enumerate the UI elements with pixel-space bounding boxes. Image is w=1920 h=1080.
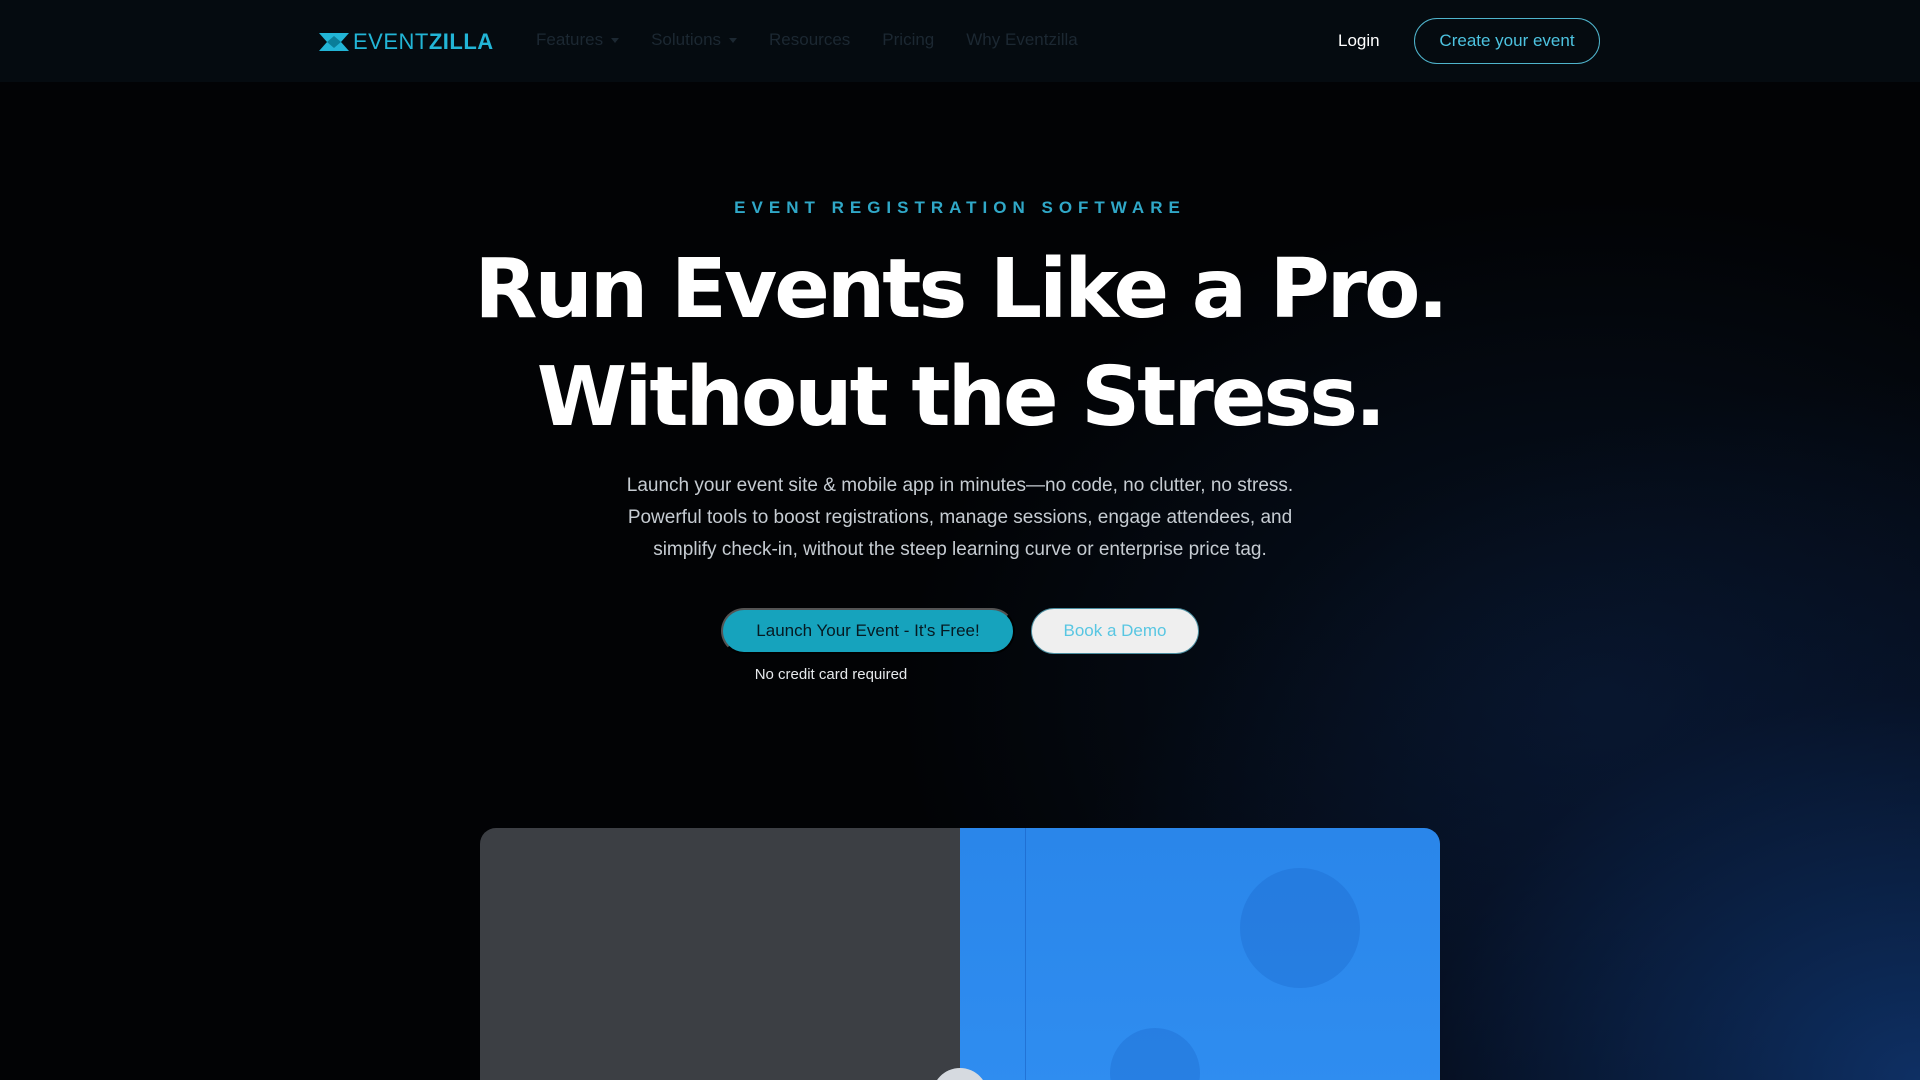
nav-item-pricing[interactable]: Pricing (882, 30, 934, 50)
logo-text-event: EVENT (353, 29, 429, 54)
video-left-panel (480, 828, 960, 1080)
video-right-panel (960, 828, 1440, 1080)
subtitle-line-2: Powerful tools to boost registrations, m… (627, 507, 1293, 528)
eventzilla-logo[interactable]: EVENTZILLA (319, 31, 494, 53)
chevron-down-icon (729, 37, 738, 43)
subtitle-line-3: simplify check-in, without the steep lea… (653, 539, 1267, 560)
nav-item-resources[interactable]: Resources (769, 30, 850, 50)
no-credit-card-note: No credit card required (754, 666, 908, 683)
nav-item-solutions[interactable]: Solutions (651, 30, 738, 50)
nav-item-why-eventzilla[interactable]: Why Eventzilla (966, 30, 1077, 50)
login-link[interactable]: Login (1338, 31, 1380, 51)
nav-item-label: Why Eventzilla (966, 30, 1078, 49)
subtitle-line-1: Launch your event site & mobile app in m… (626, 475, 1294, 496)
nav-item-label: Pricing (882, 30, 935, 49)
headline-line-1: Run Events Like a Pro. (474, 242, 1448, 337)
nav-item-label: Resources (769, 30, 851, 49)
nav-item-label: Solutions (651, 30, 722, 49)
top-navigation: EVENTZILLA Features Solutions Resources … (0, 0, 1920, 82)
launch-event-button[interactable]: Launch Your Event - It's Free! (721, 608, 1015, 654)
main-menu: Features Solutions Resources Pricing Why… (536, 30, 1078, 50)
hero-headline: Run Events Like a Pro. Without the Stres… (0, 236, 1920, 452)
nav-item-label: Features (536, 30, 604, 49)
hero-eyebrow: EVENT REGISTRATION SOFTWARE (734, 198, 1186, 217)
headline-line-2: Without the Stress. (536, 350, 1386, 445)
video-divider (1025, 828, 1026, 1080)
video-silhouette-shape (1110, 1028, 1200, 1080)
create-event-button[interactable]: Create your event (1414, 18, 1600, 64)
book-demo-button[interactable]: Book a Demo (1031, 608, 1199, 654)
nav-item-features[interactable]: Features (536, 30, 620, 50)
logo-text-zilla: ZILLA (428, 29, 494, 54)
chevron-down-icon (611, 37, 620, 43)
hero-subtitle: Launch your event site & mobile app in m… (560, 470, 1360, 566)
logo-icon (319, 33, 349, 51)
product-video-preview[interactable] (480, 828, 1440, 1080)
video-silhouette-shape (1240, 868, 1360, 988)
